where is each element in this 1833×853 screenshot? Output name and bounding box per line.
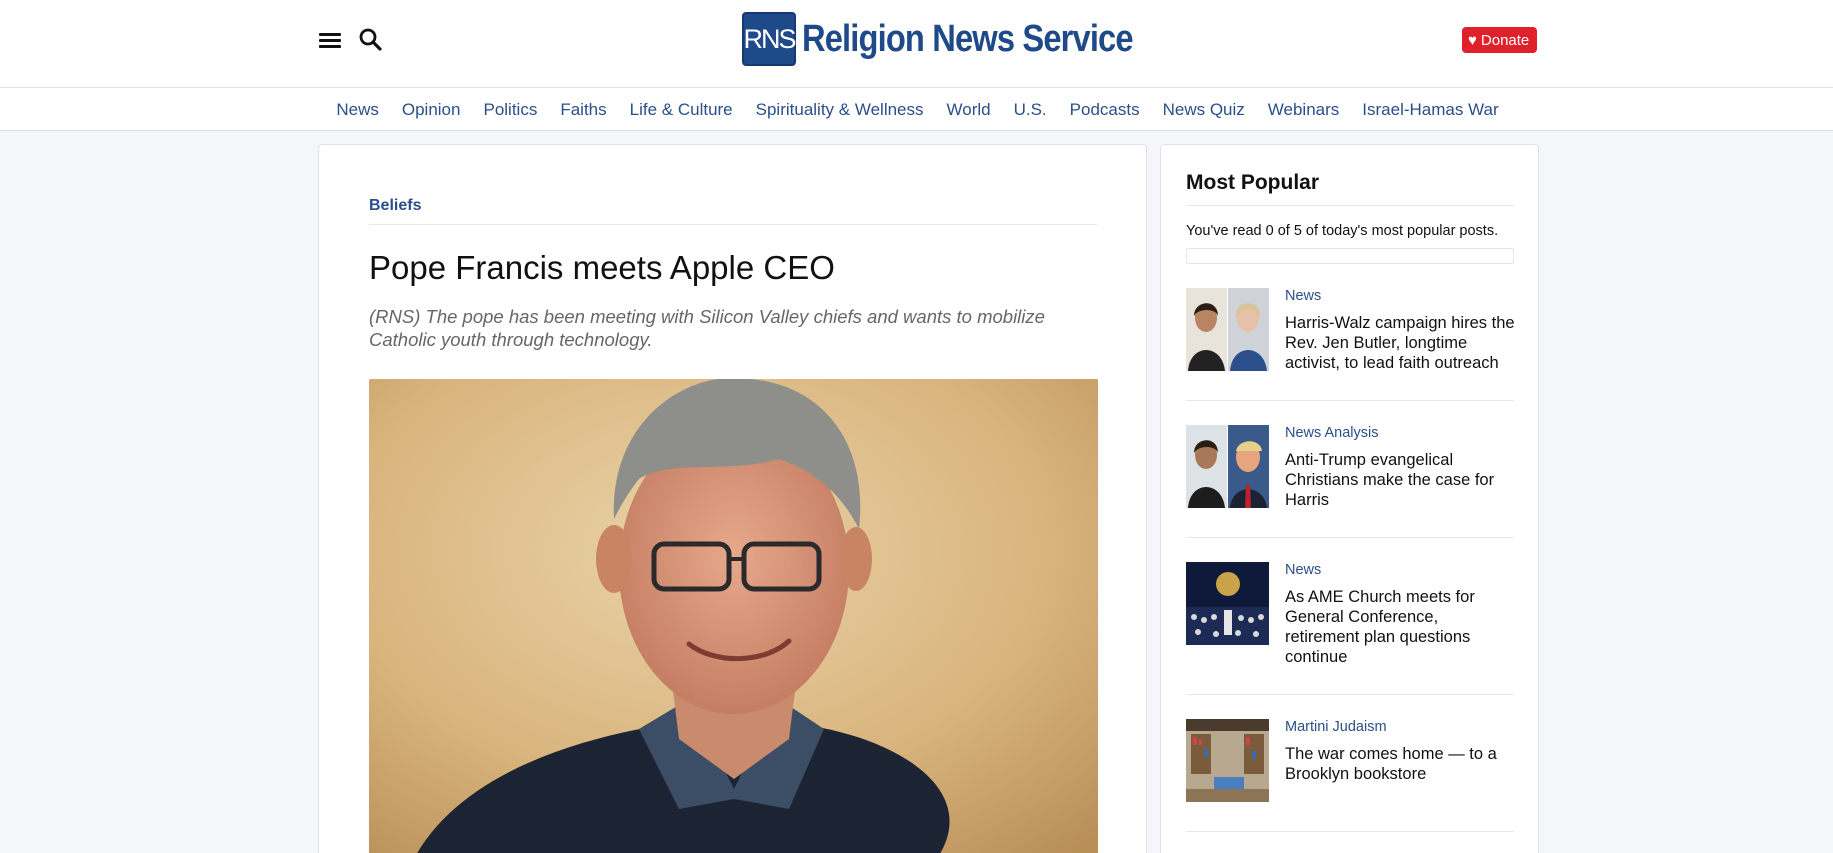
divider xyxy=(1186,537,1514,538)
logo-text: Religion News Service xyxy=(802,17,1134,60)
read-progress-bar xyxy=(1186,248,1514,264)
read-counter-text: You've read 0 of 5 of today's most popul… xyxy=(1186,223,1499,239)
nav-item-us[interactable]: U.S. xyxy=(1002,100,1058,120)
article-headline: Pope Francis meets Apple CEO xyxy=(369,249,835,286)
nav-item-faiths[interactable]: Faiths xyxy=(549,100,618,120)
divider xyxy=(369,224,1097,225)
nav-item-opinion[interactable]: Opinion xyxy=(390,100,472,120)
item-category[interactable]: News xyxy=(1285,288,1321,304)
divider xyxy=(1186,205,1514,206)
divider xyxy=(1186,831,1514,832)
article-category[interactable]: Beliefs xyxy=(369,197,421,215)
nav-list: News Opinion Politics Faiths Life & Cult… xyxy=(0,88,1833,131)
nav-item-podcasts[interactable]: Podcasts xyxy=(1058,100,1151,120)
divider xyxy=(1186,694,1514,695)
nav-item-life-culture[interactable]: Life & Culture xyxy=(618,100,744,120)
item-title[interactable]: As AME Church meets for General Conferen… xyxy=(1285,587,1517,667)
site-logo[interactable]: RNS Religion News Service xyxy=(742,12,1187,66)
most-popular-sidebar: Most Popular You've read 0 of 5 of today… xyxy=(1160,144,1539,853)
item-category[interactable]: Martini Judaism xyxy=(1285,719,1387,735)
item-title[interactable]: The war comes home — to a Brooklyn books… xyxy=(1285,744,1517,784)
nav-item-world[interactable]: World xyxy=(935,100,1002,120)
site-header: RNS Religion News Service ♥ Donate xyxy=(0,0,1833,88)
divider xyxy=(1186,400,1514,401)
nav-item-politics[interactable]: Politics xyxy=(472,100,549,120)
donate-button[interactable]: ♥ Donate xyxy=(1462,27,1538,53)
item-title[interactable]: Anti-Trump evangelical Christians make t… xyxy=(1285,450,1517,510)
thumbnail-image[interactable] xyxy=(1186,425,1269,508)
search-icon[interactable] xyxy=(358,27,384,53)
article-hero-image xyxy=(369,379,1098,853)
item-title[interactable]: Harris-Walz campaign hires the Rev. Jen … xyxy=(1285,313,1517,373)
nav-item-webinars[interactable]: Webinars xyxy=(1256,100,1351,120)
thumbnail-image[interactable] xyxy=(1186,562,1269,645)
logo-mark: RNS xyxy=(742,12,797,66)
nav-item-israel-hamas-war[interactable]: Israel-Hamas War xyxy=(1351,100,1510,120)
main-nav: News Opinion Politics Faiths Life & Cult… xyxy=(0,88,1833,131)
hamburger-menu-icon[interactable] xyxy=(319,31,341,51)
nav-item-news-quiz[interactable]: News Quiz xyxy=(1151,100,1256,120)
item-category[interactable]: News xyxy=(1285,562,1321,578)
article-card: Beliefs Pope Francis meets Apple CEO (RN… xyxy=(318,144,1147,853)
thumbnail-image[interactable] xyxy=(1186,288,1269,371)
heart-icon: ♥ xyxy=(1468,31,1477,49)
sidebar-title: Most Popular xyxy=(1186,171,1320,194)
nav-item-news[interactable]: News xyxy=(325,100,391,120)
nav-item-spirituality-wellness[interactable]: Spirituality & Wellness xyxy=(744,100,935,120)
item-category[interactable]: News Analysis xyxy=(1285,425,1378,441)
thumbnail-image[interactable] xyxy=(1186,719,1269,802)
article-dek: (RNS) The pope has been meeting with Sil… xyxy=(369,306,1045,350)
donate-label: Donate xyxy=(1480,31,1530,49)
